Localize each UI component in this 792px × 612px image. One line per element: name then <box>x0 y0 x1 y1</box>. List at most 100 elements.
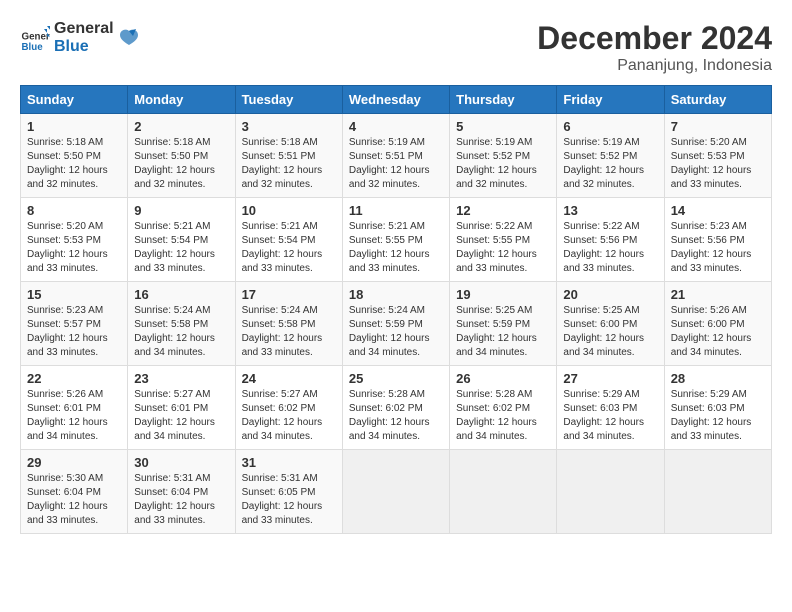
calendar-cell: 31 Sunrise: 5:31 AMSunset: 6:05 PMDayligh… <box>235 450 342 534</box>
calendar-cell <box>557 450 664 534</box>
day-number: 20 <box>563 287 657 302</box>
day-number: 31 <box>242 455 336 470</box>
calendar-cell: 15 Sunrise: 5:23 AMSunset: 5:57 PMDayligh… <box>21 282 128 366</box>
calendar-cell: 5 Sunrise: 5:19 AMSunset: 5:52 PMDaylight… <box>450 114 557 198</box>
logo-icon: General Blue <box>20 23 50 53</box>
day-number: 30 <box>134 455 228 470</box>
day-number: 1 <box>27 119 121 134</box>
day-info: Sunrise: 5:18 AMSunset: 5:50 PMDaylight:… <box>27 136 121 192</box>
calendar-cell: 9 Sunrise: 5:21 AMSunset: 5:54 PMDaylight… <box>128 198 235 282</box>
day-number: 15 <box>27 287 121 302</box>
calendar-table: SundayMondayTuesdayWednesdayThursdayFrid… <box>20 85 772 534</box>
calendar-cell: 12 Sunrise: 5:22 AMSunset: 5:55 PMDayligh… <box>450 198 557 282</box>
day-info: Sunrise: 5:19 AMSunset: 5:52 PMDaylight:… <box>456 136 550 192</box>
logo: General Blue General Blue <box>20 20 140 55</box>
day-info: Sunrise: 5:19 AMSunset: 5:52 PMDaylight:… <box>563 136 657 192</box>
day-info: Sunrise: 5:24 AMSunset: 5:59 PMDaylight:… <box>349 304 443 360</box>
calendar-week-row: 22 Sunrise: 5:26 AMSunset: 6:01 PMDayligh… <box>21 366 772 450</box>
day-number: 23 <box>134 371 228 386</box>
day-header-sunday: Sunday <box>21 86 128 114</box>
day-number: 11 <box>349 203 443 218</box>
calendar-cell: 8 Sunrise: 5:20 AMSunset: 5:53 PMDaylight… <box>21 198 128 282</box>
day-info: Sunrise: 5:21 AMSunset: 5:55 PMDaylight:… <box>349 220 443 276</box>
calendar-header-row: SundayMondayTuesdayWednesdayThursdayFrid… <box>21 86 772 114</box>
day-number: 26 <box>456 371 550 386</box>
day-number: 12 <box>456 203 550 218</box>
day-number: 4 <box>349 119 443 134</box>
day-number: 3 <box>242 119 336 134</box>
day-number: 8 <box>27 203 121 218</box>
day-header-saturday: Saturday <box>664 86 771 114</box>
day-info: Sunrise: 5:29 AMSunset: 6:03 PMDaylight:… <box>563 388 657 444</box>
day-info: Sunrise: 5:29 AMSunset: 6:03 PMDaylight:… <box>671 388 765 444</box>
day-info: Sunrise: 5:20 AMSunset: 5:53 PMDaylight:… <box>27 220 121 276</box>
calendar-cell: 7Sunrise: 5:20 AMSunset: 5:53 PMDaylight… <box>664 114 771 198</box>
day-number: 22 <box>27 371 121 386</box>
calendar-cell: 27 Sunrise: 5:29 AMSunset: 6:03 PMDayligh… <box>557 366 664 450</box>
day-info: Sunrise: 5:22 AMSunset: 5:55 PMDaylight:… <box>456 220 550 276</box>
day-number: 6 <box>563 119 657 134</box>
day-number: 5 <box>456 119 550 134</box>
calendar-cell: 30 Sunrise: 5:31 AMSunset: 6:04 PMDayligh… <box>128 450 235 534</box>
location-subtitle: Pananjung, Indonesia <box>537 57 772 75</box>
day-header-friday: Friday <box>557 86 664 114</box>
calendar-week-row: 8 Sunrise: 5:20 AMSunset: 5:53 PMDaylight… <box>21 198 772 282</box>
day-number: 10 <box>242 203 336 218</box>
day-info: Sunrise: 5:26 AMSunset: 6:01 PMDaylight:… <box>27 388 121 444</box>
calendar-cell: 4 Sunrise: 5:19 AMSunset: 5:51 PMDaylight… <box>342 114 449 198</box>
day-info: Sunrise: 5:18 AMSunset: 5:50 PMDaylight:… <box>134 136 228 192</box>
calendar-cell: 10 Sunrise: 5:21 AMSunset: 5:54 PMDayligh… <box>235 198 342 282</box>
day-info: Sunrise: 5:28 AMSunset: 6:02 PMDaylight:… <box>349 388 443 444</box>
day-number: 14 <box>671 203 765 218</box>
day-info: Sunrise: 5:22 AMSunset: 5:56 PMDaylight:… <box>563 220 657 276</box>
day-info: Sunrise: 5:21 AMSunset: 5:54 PMDaylight:… <box>242 220 336 276</box>
day-info: Sunrise: 5:19 AMSunset: 5:51 PMDaylight:… <box>349 136 443 192</box>
month-title: December 2024 <box>537 20 772 57</box>
day-header-wednesday: Wednesday <box>342 86 449 114</box>
day-info: Sunrise: 5:31 AMSunset: 6:05 PMDaylight:… <box>242 472 336 528</box>
calendar-cell: 14Sunrise: 5:23 AMSunset: 5:56 PMDayligh… <box>664 198 771 282</box>
calendar-cell: 13 Sunrise: 5:22 AMSunset: 5:56 PMDayligh… <box>557 198 664 282</box>
calendar-cell: 24Sunrise: 5:27 AMSunset: 6:02 PMDayligh… <box>235 366 342 450</box>
title-area: December 2024 Pananjung, Indonesia <box>537 20 772 75</box>
day-info: Sunrise: 5:18 AMSunset: 5:51 PMDaylight:… <box>242 136 336 192</box>
logo-line1: General <box>54 20 114 38</box>
calendar-cell: 29Sunrise: 5:30 AMSunset: 6:04 PMDayligh… <box>21 450 128 534</box>
day-info: Sunrise: 5:21 AMSunset: 5:54 PMDaylight:… <box>134 220 228 276</box>
calendar-cell: 11 Sunrise: 5:21 AMSunset: 5:55 PMDayligh… <box>342 198 449 282</box>
day-info: Sunrise: 5:28 AMSunset: 6:02 PMDaylight:… <box>456 388 550 444</box>
day-info: Sunrise: 5:25 AMSunset: 5:59 PMDaylight:… <box>456 304 550 360</box>
day-info: Sunrise: 5:26 AMSunset: 6:00 PMDaylight:… <box>671 304 765 360</box>
calendar-cell: 26 Sunrise: 5:28 AMSunset: 6:02 PMDayligh… <box>450 366 557 450</box>
calendar-week-row: 15 Sunrise: 5:23 AMSunset: 5:57 PMDayligh… <box>21 282 772 366</box>
calendar-cell: 28Sunrise: 5:29 AMSunset: 6:03 PMDayligh… <box>664 366 771 450</box>
calendar-cell: 2Sunrise: 5:18 AMSunset: 5:50 PMDaylight… <box>128 114 235 198</box>
day-header-monday: Monday <box>128 86 235 114</box>
day-number: 16 <box>134 287 228 302</box>
calendar-week-row: 1 Sunrise: 5:18 AMSunset: 5:50 PMDaylight… <box>21 114 772 198</box>
calendar-cell: 17Sunrise: 5:24 AMSunset: 5:58 PMDayligh… <box>235 282 342 366</box>
day-info: Sunrise: 5:24 AMSunset: 5:58 PMDaylight:… <box>134 304 228 360</box>
calendar-cell <box>664 450 771 534</box>
calendar-cell: 16 Sunrise: 5:24 AMSunset: 5:58 PMDayligh… <box>128 282 235 366</box>
day-header-thursday: Thursday <box>450 86 557 114</box>
day-number: 13 <box>563 203 657 218</box>
day-number: 27 <box>563 371 657 386</box>
calendar-cell: 23Sunrise: 5:27 AMSunset: 6:01 PMDayligh… <box>128 366 235 450</box>
day-header-tuesday: Tuesday <box>235 86 342 114</box>
calendar-week-row: 29Sunrise: 5:30 AMSunset: 6:04 PMDayligh… <box>21 450 772 534</box>
logo-line2: Blue <box>54 38 114 56</box>
day-number: 19 <box>456 287 550 302</box>
day-number: 9 <box>134 203 228 218</box>
calendar-cell: 19 Sunrise: 5:25 AMSunset: 5:59 PMDayligh… <box>450 282 557 366</box>
day-info: Sunrise: 5:24 AMSunset: 5:58 PMDaylight:… <box>242 304 336 360</box>
day-info: Sunrise: 5:31 AMSunset: 6:04 PMDaylight:… <box>134 472 228 528</box>
day-info: Sunrise: 5:23 AMSunset: 5:57 PMDaylight:… <box>27 304 121 360</box>
calendar-cell: 25 Sunrise: 5:28 AMSunset: 6:02 PMDayligh… <box>342 366 449 450</box>
day-number: 25 <box>349 371 443 386</box>
header: General Blue General Blue December 2024 … <box>20 20 772 75</box>
logo-bird-icon <box>118 27 140 49</box>
day-number: 18 <box>349 287 443 302</box>
day-info: Sunrise: 5:20 AMSunset: 5:53 PMDaylight:… <box>671 136 765 192</box>
calendar-cell: 21Sunrise: 5:26 AMSunset: 6:00 PMDayligh… <box>664 282 771 366</box>
